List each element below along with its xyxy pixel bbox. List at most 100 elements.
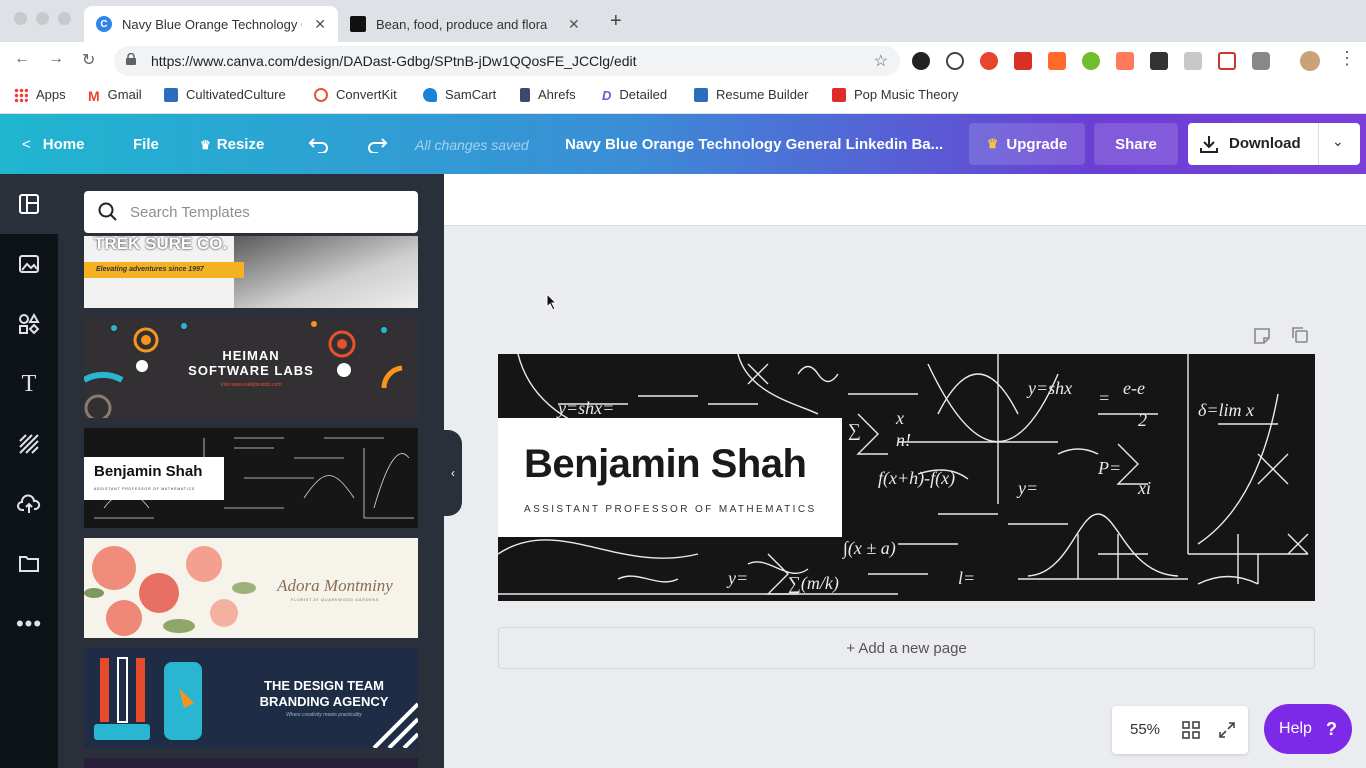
svg-text:∫(x ± a): ∫(x ± a)	[842, 538, 896, 559]
browser-menu-icon[interactable]: ⋮	[1338, 48, 1356, 69]
bookmark-label: Pop Music Theory	[854, 87, 959, 102]
convertkit-icon	[314, 87, 328, 102]
help-button[interactable]: Help ?	[1264, 704, 1352, 754]
upgrade-button[interactable]: ♛ Upgrade	[969, 123, 1085, 165]
svg-text:x: x	[895, 408, 904, 428]
template-subtitle: ASSISTANT PROFESSOR OF MATHEMATICS	[94, 487, 196, 491]
banner-name[interactable]: Benjamin Shah	[524, 442, 807, 487]
template-thumbnail[interactable]: THE DESIGN TEAM BRANDING AGENCY Where cr…	[84, 648, 418, 748]
bookmark-label: Gmail	[107, 87, 142, 102]
search-input[interactable]	[130, 201, 400, 223]
unsplash-favicon-icon	[350, 16, 366, 32]
bookmark-label: ConvertKit	[336, 87, 397, 102]
canvas-top-bar	[444, 174, 1366, 226]
template-title: TREK SURE CO.	[94, 236, 228, 253]
bookmark-ahrefs[interactable]: Ahrefs	[520, 87, 576, 102]
bookmark-star-icon[interactable]: ☆	[874, 51, 888, 71]
bookmark-label: Resume Builder	[716, 87, 809, 102]
svg-text:∑(m/k): ∑(m/k)	[788, 573, 839, 594]
redo-icon[interactable]	[366, 137, 388, 153]
template-thumbnail[interactable]: Adora Montminy FLORIST AT QUARKWOOD GARD…	[84, 538, 418, 638]
bookmark-label: Ahrefs	[538, 87, 576, 102]
template-title: THE DESIGN TEAM BRANDING AGENCY	[259, 678, 389, 709]
undo-icon[interactable]	[308, 137, 330, 153]
template-subtitle: FLORIST AT QUARKWOOD GARDENS	[290, 597, 380, 602]
add-page-button[interactable]: + Add a new page	[498, 627, 1315, 669]
window-minimize-dot[interactable]	[36, 12, 49, 25]
extension-icon[interactable]	[1048, 52, 1066, 70]
extension-icon[interactable]	[1082, 52, 1100, 70]
duplicate-page-icon[interactable]	[1291, 326, 1309, 344]
back-arrow-icon[interactable]: ←	[14, 50, 30, 68]
text-icon: T	[21, 370, 37, 397]
extension-icon[interactable]	[1116, 52, 1134, 70]
banner-role[interactable]: ASSISTANT PROFESSOR OF MATHEMATICS	[524, 504, 817, 515]
url-text: https://www.canva.com/design/DADast-Gdbg…	[151, 53, 637, 69]
bookmark-cultivatedculture[interactable]: CultivatedCulture	[164, 87, 286, 102]
extension-icon[interactable]	[1218, 52, 1236, 70]
background-tab[interactable]	[0, 414, 58, 474]
name-card[interactable]: Benjamin Shah ASSISTANT PROFESSOR OF MAT…	[498, 418, 842, 537]
document-title[interactable]: Navy Blue Orange Technology General Link…	[565, 136, 950, 153]
extension-icon[interactable]	[1014, 52, 1032, 70]
template-subtitle: Elevating adventures since 1997	[84, 262, 244, 278]
zoom-level[interactable]: 55%	[1130, 721, 1160, 738]
divider	[1318, 123, 1319, 165]
templates-panel: TREK SURE CO. Elevating adventures since…	[58, 174, 444, 768]
template-title: HEIMAN SOFTWARE LABS	[188, 348, 314, 378]
new-tab-icon[interactable]: +	[610, 10, 622, 33]
download-label: Download	[1229, 135, 1301, 152]
fullscreen-icon[interactable]	[1218, 721, 1236, 739]
extension-icon[interactable]	[1184, 52, 1202, 70]
url-omnibox[interactable]: https://www.canva.com/design/DADast-Gdbg…	[114, 46, 900, 76]
bookmark-resume-builder[interactable]: Resume Builder	[694, 87, 809, 102]
camera-extension-icon[interactable]	[1252, 52, 1270, 70]
add-note-icon[interactable]	[1252, 326, 1272, 346]
bookmark-pop-music-theory[interactable]: Pop Music Theory	[832, 87, 959, 102]
tab-close-icon[interactable]: ✕	[314, 16, 326, 33]
linkedin-banner-design[interactable]: y=shx = e-e 2 δ=lim x f(x+h)-f(x) P= xi …	[498, 354, 1315, 601]
extension-icon[interactable]	[1150, 52, 1168, 70]
file-menu-button[interactable]: File	[133, 136, 159, 153]
window-close-dot[interactable]	[14, 12, 27, 25]
folders-tab[interactable]	[0, 534, 58, 594]
forward-arrow-icon[interactable]: →	[48, 50, 64, 68]
bookmark-convertkit[interactable]: ConvertKit	[314, 87, 397, 102]
grid-view-icon[interactable]	[1182, 721, 1200, 739]
svg-text:xi: xi	[1137, 478, 1151, 498]
reload-icon[interactable]: ↻	[82, 50, 95, 70]
bookmark-gmail[interactable]: M Gmail	[88, 87, 142, 104]
collapse-panel-handle[interactable]: ‹	[444, 430, 462, 516]
text-tab[interactable]: T	[0, 354, 58, 414]
resize-button[interactable]: ♛ Resize	[200, 136, 264, 153]
browser-tab-unsplash[interactable]: Bean, food, produce and flora ✕	[338, 6, 594, 42]
bookmark-samcart[interactable]: SamCart	[423, 87, 496, 102]
tab-close-icon[interactable]: ✕	[568, 16, 580, 33]
template-thumbnail[interactable]	[84, 758, 418, 768]
svg-text:y=: y=	[726, 568, 748, 588]
bookmark-detailed[interactable]: D Detailed	[602, 87, 667, 103]
templates-tab[interactable]	[0, 174, 58, 234]
template-thumbnail[interactable]: TREK SURE CO. Elevating adventures since…	[84, 236, 418, 308]
samcart-icon	[423, 87, 437, 102]
template-thumbnail[interactable]: HEIMAN SOFTWARE LABS Visit www.realtybra…	[84, 318, 418, 418]
chevron-down-icon[interactable]: ⌄	[1332, 133, 1344, 150]
extension-icon[interactable]	[912, 52, 930, 70]
browser-tab-canva[interactable]: C Navy Blue Orange Technology General Li…	[84, 6, 338, 42]
photos-tab[interactable]	[0, 234, 58, 294]
download-button[interactable]: Download ⌄	[1188, 123, 1360, 165]
profile-avatar[interactable]	[1300, 51, 1320, 71]
elements-tab[interactable]	[0, 294, 58, 354]
extension-icon[interactable]	[946, 52, 964, 70]
home-button[interactable]: < Home	[22, 136, 84, 153]
detailed-icon: D	[602, 87, 612, 103]
bookmark-apps[interactable]: Apps	[14, 87, 66, 102]
window-maximize-dot[interactable]	[58, 12, 71, 25]
search-templates-box[interactable]	[84, 191, 418, 233]
template-thumbnail[interactable]: Benjamin Shah ASSISTANT PROFESSOR OF MAT…	[84, 428, 418, 528]
extension-icon[interactable]	[980, 52, 998, 70]
share-button[interactable]: Share	[1094, 123, 1178, 165]
more-tab[interactable]: •••	[0, 594, 58, 654]
uploads-tab[interactable]	[0, 474, 58, 534]
folder-icon	[19, 556, 39, 572]
